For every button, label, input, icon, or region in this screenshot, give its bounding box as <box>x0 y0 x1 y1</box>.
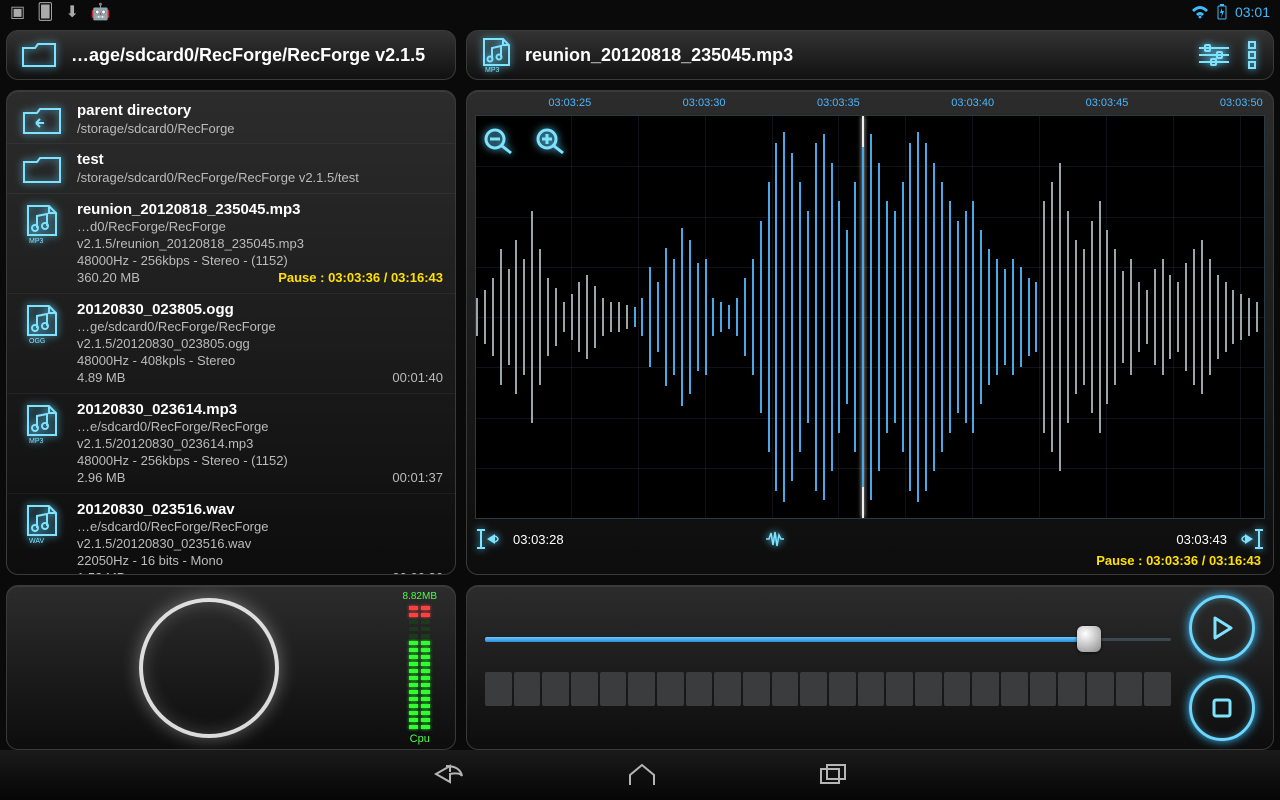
android-icon: 🤖 <box>91 2 111 22</box>
start-marker-icon[interactable] <box>475 526 503 552</box>
play-button[interactable] <box>1189 595 1255 661</box>
item-spec: 48000Hz - 408kpls - Stereo <box>77 353 443 370</box>
waveform-panel: 03:03:25 03:03:30 03:03:35 03:03:40 03:0… <box>466 90 1274 575</box>
transport-panel <box>466 585 1274 750</box>
seek-fill <box>485 637 1089 642</box>
item-path: /storage/sdcard0/RecForge/RecForge v2.1.… <box>77 170 443 187</box>
status-right: 03:01 <box>1191 4 1270 20</box>
parent-folder-icon <box>19 101 65 135</box>
folder-path: …age/sdcard0/RecForge/RecForge v2.1.5 <box>71 45 441 66</box>
item-path: …e/sdcard0/RecForge/RecForge v2.1.5/2012… <box>77 419 443 453</box>
item-path: …d0/RecForge/RecForge v2.1.5/reunion_201… <box>77 219 443 253</box>
list-item-file[interactable]: WAV 20120830_023516.wav …e/sdcard0/RecFo… <box>7 494 455 575</box>
zoom-in-icon[interactable] <box>535 127 567 155</box>
item-name: 20120830_023805.ogg <box>77 300 443 320</box>
file-list: parent directory /storage/sdcard0/RecFor… <box>6 90 456 575</box>
sd-icon: 🂠 <box>37 2 53 22</box>
beat-grid <box>485 672 1171 706</box>
waveform-plot[interactable] <box>475 115 1265 519</box>
home-button[interactable] <box>626 763 658 787</box>
vu-meter: 8.82MB Cpu <box>403 591 437 745</box>
item-name: 20120830_023614.mp3 <box>77 400 443 420</box>
time-ruler: 03:03:25 03:03:30 03:03:35 03:03:40 03:0… <box>475 97 1265 115</box>
list-item-file[interactable]: MP3 20120830_023614.mp3 …e/sdcard0/RecFo… <box>7 394 455 494</box>
back-button[interactable] <box>432 762 466 788</box>
folder-header[interactable]: …age/sdcard0/RecForge/RecForge v2.1.5 <box>6 30 456 80</box>
item-spec: 22050Hz - 16 bits - Mono <box>77 553 443 570</box>
svg-text:WAV: WAV <box>29 538 44 544</box>
pause-status-line: Pause : 03:03:36 / 03:16:43 <box>475 553 1265 568</box>
item-duration: 00:00:36 <box>392 570 443 575</box>
item-size: 360.20 MB <box>77 270 278 287</box>
list-item-file[interactable]: OGG 20120830_023805.ogg …ge/sdcard0/RecF… <box>7 294 455 394</box>
recent-apps-button[interactable] <box>818 763 848 787</box>
svg-text:OGG: OGG <box>29 338 45 344</box>
item-name: reunion_20120818_235045.mp3 <box>77 200 443 220</box>
ruler-tick: 03:03:25 <box>548 97 591 109</box>
ogg-file-icon: OGG <box>19 300 65 344</box>
menu-dots-icon[interactable] <box>1245 40 1259 70</box>
track-title: reunion_20120818_235045.mp3 <box>525 45 1183 66</box>
item-size: 1.53 MB <box>77 570 392 575</box>
mp3-file-icon: MP3 <box>19 400 65 444</box>
record-button[interactable] <box>139 598 279 738</box>
ruler-tick: 03:03:30 <box>683 97 726 109</box>
selection-end-time: 03:03:43 <box>1176 532 1227 547</box>
svg-text:MP3: MP3 <box>29 438 44 444</box>
item-size: 2.96 MB <box>77 470 392 487</box>
android-nav-bar <box>0 750 1280 800</box>
end-marker-icon[interactable] <box>1237 526 1265 552</box>
item-path: …ge/sdcard0/RecForge/RecForge v2.1.5/201… <box>77 319 443 353</box>
item-duration: 00:01:40 <box>392 370 443 387</box>
battery-icon <box>1217 4 1227 20</box>
item-spec: 48000Hz - 256kbps - Stereo - (1152) <box>77 253 443 270</box>
seek-thumb[interactable] <box>1077 626 1101 652</box>
waveform-marker-icon <box>764 530 786 548</box>
svg-text:MP3: MP3 <box>485 67 500 73</box>
notif-icon: ▣ <box>10 2 25 22</box>
vu-col-right <box>421 606 430 729</box>
memory-label: 8.82MB <box>403 591 437 602</box>
item-spec: 48000Hz - 256kbps - Stereo - (1152) <box>77 453 443 470</box>
wav-file-icon: WAV <box>19 500 65 544</box>
wifi-icon <box>1191 5 1209 19</box>
item-path: /storage/sdcard0/RecForge <box>77 121 443 138</box>
clock: 03:01 <box>1235 4 1270 20</box>
mp3-file-icon: MP3 <box>481 37 511 73</box>
ruler-tick: 03:03:50 <box>1220 97 1263 109</box>
zoom-out-icon[interactable] <box>483 127 515 155</box>
status-left-icons: ▣ 🂠 ⬇ 🤖 <box>10 2 111 22</box>
item-size: 4.89 MB <box>77 370 392 387</box>
ruler-tick: 03:03:40 <box>951 97 994 109</box>
list-item-parent[interactable]: parent directory /storage/sdcard0/RecFor… <box>7 95 455 144</box>
vu-col-left <box>409 606 418 729</box>
folder-icon <box>19 150 65 184</box>
list-item-folder[interactable]: test /storage/sdcard0/RecForge/RecForge … <box>7 144 455 193</box>
item-name: parent directory <box>77 101 443 121</box>
equalizer-icon[interactable] <box>1197 43 1231 67</box>
stop-button[interactable] <box>1189 675 1255 741</box>
svg-text:MP3: MP3 <box>29 238 44 244</box>
track-header: MP3 reunion_20120818_235045.mp3 <box>466 30 1274 80</box>
cpu-label: Cpu <box>410 733 430 745</box>
item-name: test <box>77 150 443 170</box>
ruler-tick: 03:03:45 <box>1086 97 1129 109</box>
ruler-tick: 03:03:35 <box>817 97 860 109</box>
selection-row: 03:03:28 03:03:43 <box>475 519 1265 553</box>
folder-icon <box>21 42 57 68</box>
selection-start-time: 03:03:28 <box>513 532 564 547</box>
download-icon: ⬇ <box>66 2 79 22</box>
item-path: …e/sdcard0/RecForge/RecForge v2.1.5/2012… <box>77 519 443 553</box>
item-duration: 00:01:37 <box>392 470 443 487</box>
item-name: 20120830_023516.wav <box>77 500 443 520</box>
record-panel: 8.82MB Cpu <box>6 585 456 750</box>
mp3-file-icon: MP3 <box>19 200 65 244</box>
android-status-bar: ▣ 🂠 ⬇ 🤖 03:01 <box>0 0 1280 24</box>
item-pause-status: Pause : 03:03:36 / 03:16:43 <box>278 270 443 287</box>
list-item-file[interactable]: MP3 reunion_20120818_235045.mp3 …d0/RecF… <box>7 194 455 294</box>
seek-bar[interactable] <box>485 630 1171 648</box>
